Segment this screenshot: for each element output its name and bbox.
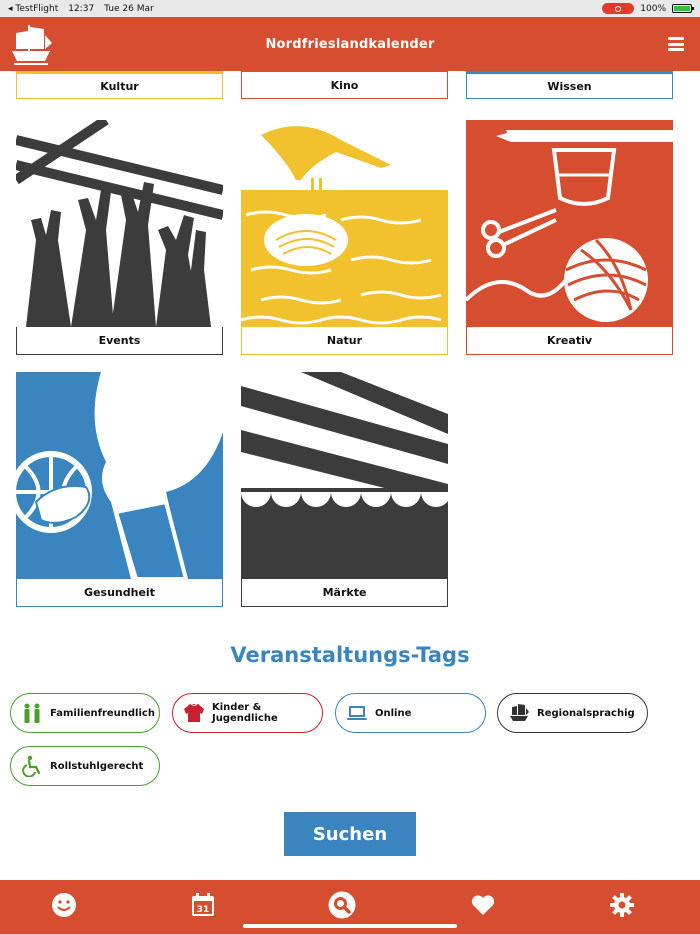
hamburger-menu-icon[interactable] bbox=[668, 37, 684, 51]
wheelchair-icon bbox=[22, 755, 41, 777]
home-indicator[interactable] bbox=[243, 924, 457, 928]
category-label: Events bbox=[16, 327, 223, 355]
category-label: Kino bbox=[241, 71, 448, 99]
category-label: Wissen bbox=[466, 71, 673, 99]
screen-recording-icon[interactable] bbox=[602, 3, 635, 14]
status-date: Tue 26 Mar bbox=[104, 3, 154, 14]
tag-label: Familienfreundlich bbox=[50, 707, 155, 719]
status-time: 12:37 bbox=[68, 3, 95, 14]
tag-label: Rollstuhlgerecht bbox=[50, 760, 144, 772]
search-button[interactable]: Suchen bbox=[284, 812, 416, 856]
category-gesundheit[interactable]: Gesundheit bbox=[16, 372, 223, 607]
category-label: Gesundheit bbox=[16, 579, 223, 607]
battery-percent: 100% bbox=[640, 3, 666, 14]
ship-icon bbox=[510, 704, 529, 721]
tag-label: Kinder & Jugendliche bbox=[212, 702, 278, 724]
gesundheit-image bbox=[16, 372, 223, 579]
heart-icon[interactable] bbox=[470, 892, 496, 918]
kreativ-image bbox=[466, 120, 673, 327]
category-kultur[interactable]: Kultur bbox=[16, 71, 223, 99]
sweater-icon bbox=[184, 703, 204, 722]
tag-familienfreundlich[interactable]: Familienfreundlich bbox=[10, 693, 160, 733]
calendar-icon[interactable]: 31 bbox=[190, 892, 216, 918]
battery-icon bbox=[672, 4, 694, 13]
maerkte-image bbox=[241, 372, 448, 579]
tags-section-title: Veranstaltungs-Tags bbox=[230, 643, 470, 667]
category-label: Kreativ bbox=[466, 327, 673, 355]
tag-kinder-jugendliche[interactable]: Kinder & Jugendliche bbox=[172, 693, 323, 733]
tag-label: Online bbox=[375, 707, 412, 719]
back-to-testflight[interactable]: ◂ TestFlight bbox=[8, 4, 58, 14]
smiley-icon[interactable] bbox=[51, 892, 77, 918]
tag-rollstuhlgerecht[interactable]: Rollstuhlgerecht bbox=[10, 746, 160, 786]
category-natur[interactable]: Natur bbox=[241, 120, 448, 355]
search-icon[interactable] bbox=[328, 891, 356, 919]
tag-label: Regionalsprachig bbox=[537, 707, 635, 719]
category-label: Kultur bbox=[16, 71, 223, 99]
calendar-day: 31 bbox=[197, 905, 210, 915]
family-icon bbox=[24, 703, 40, 723]
category-kino[interactable]: Kino bbox=[241, 71, 448, 99]
natur-image bbox=[241, 120, 448, 327]
app-header: Nordfrieslandkalender bbox=[0, 17, 700, 71]
category-wissen[interactable]: Wissen bbox=[466, 71, 673, 99]
category-events[interactable]: Events bbox=[16, 120, 223, 355]
app-title: Nordfrieslandkalender bbox=[265, 36, 435, 52]
tag-regionalsprachig[interactable]: Regionalsprachig bbox=[497, 693, 648, 733]
tag-online[interactable]: Online bbox=[335, 693, 486, 733]
category-label: Natur bbox=[241, 327, 448, 355]
laptop-icon bbox=[347, 706, 367, 720]
category-kreativ[interactable]: Kreativ bbox=[466, 120, 673, 355]
status-bar: ◂ TestFlight 12:37 Tue 26 Mar 100% bbox=[0, 0, 700, 17]
category-label: Märkte bbox=[241, 579, 448, 607]
gear-icon[interactable] bbox=[609, 892, 635, 918]
category-maerkte[interactable]: Märkte bbox=[241, 372, 448, 607]
ship-logo-icon[interactable] bbox=[8, 21, 54, 67]
events-image bbox=[16, 120, 223, 327]
